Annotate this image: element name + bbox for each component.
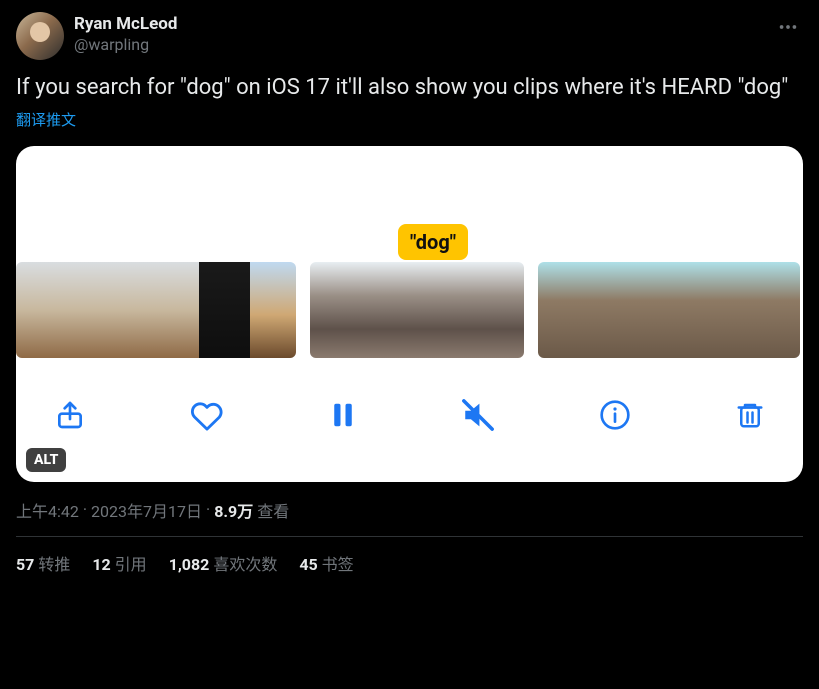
media-card[interactable]: "dog" xyxy=(16,146,803,482)
share-button[interactable] xyxy=(54,399,86,431)
meta-sep: · xyxy=(206,500,210,519)
clip-frame xyxy=(381,262,452,358)
quotes-stat[interactable]: 12 引用 xyxy=(92,551,146,575)
stat-label: 书签 xyxy=(318,555,354,574)
clip-frame xyxy=(669,262,713,358)
likes-stat[interactable]: 1,082 喜欢次数 xyxy=(169,551,278,575)
clip-frame xyxy=(453,262,524,358)
trash-button[interactable] xyxy=(735,400,765,430)
tweet-container: Ryan McLeod @warpling If you search for … xyxy=(0,0,819,579)
tweet-meta: 上午4:42 · 2023年7月17日 · 8.9万 查看 xyxy=(16,498,803,522)
ellipsis-icon xyxy=(777,16,799,38)
author-names: Ryan McLeod @warpling xyxy=(74,12,177,55)
clip-frame xyxy=(713,262,757,358)
views-label: 查看 xyxy=(257,498,289,522)
stat-count: 12 xyxy=(92,555,110,574)
clip-frame xyxy=(625,262,669,358)
clip-1[interactable] xyxy=(16,262,296,358)
caption-bubble: "dog" xyxy=(398,224,468,260)
stat-count: 1,082 xyxy=(169,555,210,574)
display-name[interactable]: Ryan McLeod xyxy=(74,14,177,35)
clip-frame xyxy=(62,262,108,358)
meta-sep: · xyxy=(83,500,87,519)
tweet-stats: 57 转推 12 引用 1,082 喜欢次数 45 书签 xyxy=(16,537,803,579)
date[interactable]: 2023年7月17日 xyxy=(91,498,202,522)
stat-label: 引用 xyxy=(111,555,147,574)
clip-frame xyxy=(16,262,62,358)
clip-3[interactable] xyxy=(538,262,800,358)
clip-frame xyxy=(582,262,626,358)
clip-frame xyxy=(250,262,296,358)
bookmarks-stat[interactable]: 45 书签 xyxy=(299,551,353,575)
pause-button[interactable] xyxy=(328,400,358,430)
views-count: 8.9万 xyxy=(214,498,253,522)
avatar[interactable] xyxy=(16,12,64,60)
info-icon xyxy=(599,399,631,431)
clip-frame xyxy=(107,262,153,358)
clip-frame xyxy=(756,262,800,358)
mute-button[interactable] xyxy=(461,398,495,432)
heart-icon xyxy=(190,398,224,432)
clip-frame xyxy=(153,262,199,358)
stat-label: 转推 xyxy=(34,555,70,574)
trash-icon xyxy=(735,400,765,430)
more-button[interactable] xyxy=(773,12,803,42)
caption-area: "dog" xyxy=(16,146,803,262)
clip-frame xyxy=(199,262,251,358)
media-controls xyxy=(16,380,803,450)
tweet-text: If you search for "dog" on iOS 17 it'll … xyxy=(16,74,803,103)
tweet-header: Ryan McLeod @warpling xyxy=(16,12,803,60)
clip-frame xyxy=(310,262,381,358)
clip-frame xyxy=(538,262,582,358)
speaker-muted-icon xyxy=(461,398,495,432)
clip-2[interactable] xyxy=(310,262,524,358)
stat-count: 45 xyxy=(299,555,317,574)
handle[interactable]: @warpling xyxy=(74,35,177,55)
timestamp[interactable]: 上午4:42 xyxy=(16,498,79,522)
info-button[interactable] xyxy=(599,399,631,431)
translate-link[interactable]: 翻译推文 xyxy=(16,109,76,130)
pause-icon xyxy=(328,400,358,430)
share-icon xyxy=(54,399,86,431)
retweets-stat[interactable]: 57 转推 xyxy=(16,551,70,575)
like-button[interactable] xyxy=(190,398,224,432)
stat-label: 喜欢次数 xyxy=(209,555,277,574)
video-timeline[interactable] xyxy=(16,262,803,358)
stat-count: 57 xyxy=(16,555,34,574)
alt-badge[interactable]: ALT xyxy=(26,448,66,472)
